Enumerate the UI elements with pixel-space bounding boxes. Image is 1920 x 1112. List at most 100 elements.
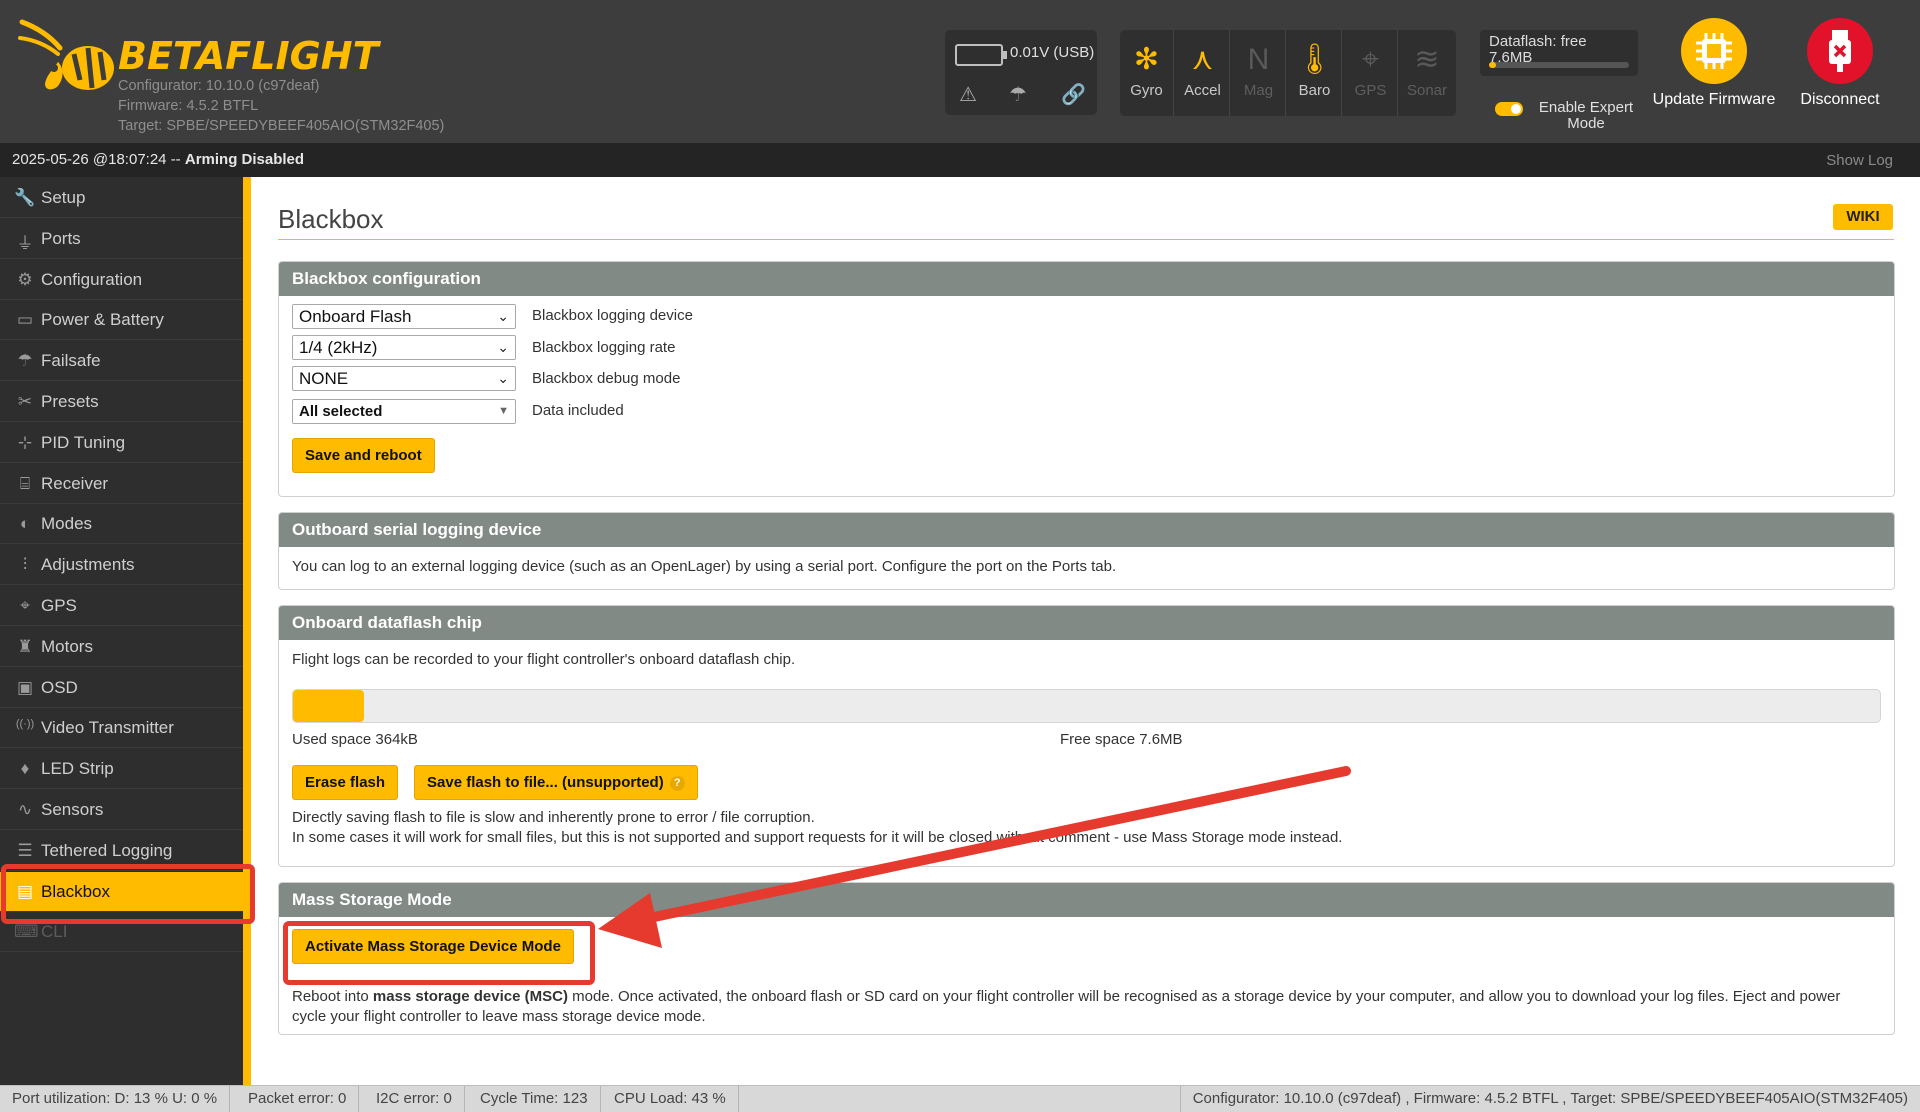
pid-icon: ⊹ (17, 432, 33, 452)
arming-status: 2025-05-26 @18:07:24 -- Arming Disabled (12, 151, 304, 168)
data-included-select[interactable]: All selected ▼ (292, 399, 516, 424)
sidebar-item-adjustments[interactable]: ⫶ Adjustments (0, 545, 243, 586)
dataflash-indicator: Dataflash: free 7.6MB (1480, 30, 1638, 76)
show-log-link[interactable]: Show Log (1826, 152, 1893, 169)
outboard-description: You can log to an external logging devic… (292, 558, 1117, 575)
field-label: Data included (532, 402, 624, 419)
erase-flash-button[interactable]: Erase flash (292, 765, 399, 800)
sidebar-item-gps[interactable]: ⌖ GPS (0, 586, 243, 626)
sidebar-item-label: CLI (41, 922, 68, 942)
debug-mode-select[interactable]: NONE ⌄ (292, 366, 516, 391)
packet-error: Packet error: 0 (236, 1086, 360, 1112)
expert-mode-toggle[interactable]: Enable Expert Mode (1492, 100, 1642, 134)
dataflash-bar-fill (1489, 62, 1496, 68)
parachute-icon: ☂ (1009, 84, 1027, 106)
sidebar-item-label: Configuration (41, 269, 143, 289)
sidebar-item-label: LED Strip (41, 759, 114, 779)
chip-icon (1681, 18, 1747, 84)
dataflash-label: Dataflash: free (1489, 33, 1587, 50)
status-icons: ⚠ ☂ 🔗 (945, 80, 1097, 110)
sensor-accel: ⋏ Accel (1176, 30, 1230, 116)
cycle-time: Cycle Time: 123 (468, 1086, 601, 1112)
sidebar-item-led-strip[interactable]: ♦ LED Strip (0, 749, 243, 790)
panel-title: Blackbox configuration (279, 262, 1894, 296)
sidebar-item-motors[interactable]: ♜ Motors (0, 627, 243, 667)
link-icon: 🔗 (1061, 84, 1086, 106)
activate-msc-button[interactable]: Activate Mass Storage Device Mode (292, 929, 574, 964)
dataflash-panel: Onboard dataflash chip Flight logs can b… (278, 605, 1895, 867)
panel-title: Outboard serial logging device (279, 513, 1894, 547)
sidebar-item-configuration[interactable]: ⚙ Configuration (0, 260, 243, 300)
toggle-icon: ◐ (19, 514, 31, 534)
used-space-label: Used space 364kB (292, 731, 418, 748)
plug-icon: ⏚ (16, 233, 34, 253)
sidebar-item-modes[interactable]: ◐ Modes (0, 504, 243, 545)
save-flash-to-file-button[interactable]: Save flash to file... (unsupported)? (414, 765, 698, 800)
msc-description: Reboot into mass storage device (MSC) mo… (292, 987, 1872, 1027)
sidebar-item-pid-tuning[interactable]: ⊹ PID Tuning (0, 423, 243, 463)
motor-icon: ♜ (17, 636, 33, 656)
toggle-switch[interactable] (1495, 102, 1523, 116)
status-separator: -- (170, 151, 181, 168)
status-datetime: 2025-05-26 @18:07:24 (12, 151, 167, 168)
sidebar-item-label: Adjustments (41, 555, 135, 575)
target-name: Target: SPBE/SPEEDYBEEF405AIO(STM32F405) (118, 118, 445, 134)
sidebar-item-label: PID Tuning (41, 432, 126, 452)
sensor-label: Baro (1298, 82, 1331, 99)
sidebar-item-tethered-logging[interactable]: ☰ Tethered Logging (0, 831, 243, 871)
sidebar-item-sensors[interactable]: ∿ Sensors (0, 790, 243, 830)
sidebar-item-label: Video Transmitter (41, 718, 174, 738)
sidebar-item-setup[interactable]: 🔧 Setup (0, 178, 243, 218)
logging-rate-select[interactable]: 1/4 (2kHz) ⌄ (292, 335, 516, 360)
blackbox-icon: ▤ (16, 881, 34, 901)
sliders-icon: ⫶ (22, 555, 28, 575)
sensor-mag: N Mag (1232, 30, 1286, 116)
disconnect-label: Disconnect (1800, 91, 1880, 108)
usb-disconnect-icon (1807, 18, 1873, 84)
flash-note-line1: Directly saving flash to file is slow an… (292, 809, 815, 826)
sensor-indicators: ✻ Gyro ⋏ Accel N Mag 🌡 Baro ⌖ GPS ≋ Sona… (1120, 30, 1456, 116)
sidebar-item-blackbox[interactable]: ▤ Blackbox (0, 871, 243, 912)
battery-icon (955, 44, 1007, 66)
sidebar-item-label: Power & Battery (41, 310, 164, 330)
expert-mode-label: Enable Expert Mode (1538, 99, 1634, 132)
sidebar-item-presets[interactable]: ✂ Presets (0, 382, 243, 422)
battery-icon: ▭ (16, 310, 34, 330)
select-value: Onboard Flash (299, 307, 412, 326)
logging-device-select[interactable]: Onboard Flash ⌄ (292, 304, 516, 329)
sidebar-item-power-battery[interactable]: ▭ Power & Battery (0, 300, 243, 341)
update-firmware-button[interactable]: Update Firmware (1650, 18, 1778, 128)
panel-title: Onboard dataflash chip (279, 606, 1894, 640)
wiki-button[interactable]: WIKI (1833, 204, 1893, 230)
sidebar-item-video-transmitter[interactable]: ((·)) Video Transmitter (0, 708, 243, 749)
app-logo: BETAFLIGHT Configurator: 10.10.0 (c97dea… (18, 18, 458, 138)
sidebar-item-label: Presets (41, 392, 99, 411)
satellite-icon: ⌖ (20, 596, 30, 615)
sidebar-item-receiver[interactable]: ⌸ Receiver (0, 464, 243, 504)
save-and-reboot-button[interactable]: Save and reboot (292, 438, 435, 473)
blackbox-config-panel: Blackbox configuration Onboard Flash ⌄ B… (278, 261, 1895, 497)
sidebar-item-ports[interactable]: ⏚ Ports (0, 219, 243, 259)
sidebar-item-cli[interactable]: ⌨ CLI (0, 912, 243, 953)
app-name: BETAFLIGHT (118, 34, 379, 78)
accel-icon: ⋏ (1191, 43, 1214, 76)
panel-title: Mass Storage Mode (279, 883, 1894, 917)
disconnect-button[interactable]: Disconnect (1776, 18, 1904, 128)
status-strip: 2025-05-26 @18:07:24 -- Arming Disabled … (0, 143, 1920, 177)
sensor-label: Accel (1184, 82, 1221, 99)
sensor-gps: ⌖ GPS (1344, 30, 1398, 116)
sensor-gyro: ✻ Gyro (1120, 30, 1174, 116)
help-icon[interactable]: ? (669, 775, 685, 791)
log-icon: ☰ (17, 840, 33, 860)
sidebar-item-label: Modes (41, 514, 93, 534)
firmware-version: Firmware: 4.5.2 BTFL (118, 98, 259, 114)
sidebar-item-failsafe[interactable]: ☂ Failsafe (0, 341, 243, 382)
main-content: Blackbox WIKI Blackbox configuration Onb… (251, 177, 1920, 1085)
sidebar-item-osd[interactable]: ▣ OSD (0, 668, 243, 708)
field-label: Blackbox logging rate (532, 339, 676, 356)
sensor-sonar: ≋ Sonar (1400, 30, 1454, 116)
gyro-icon: ✻ (1133, 43, 1160, 76)
sensor-label: Sonar (1406, 82, 1448, 99)
title-divider (278, 239, 1894, 240)
sidebar-item-label: OSD (41, 677, 78, 697)
